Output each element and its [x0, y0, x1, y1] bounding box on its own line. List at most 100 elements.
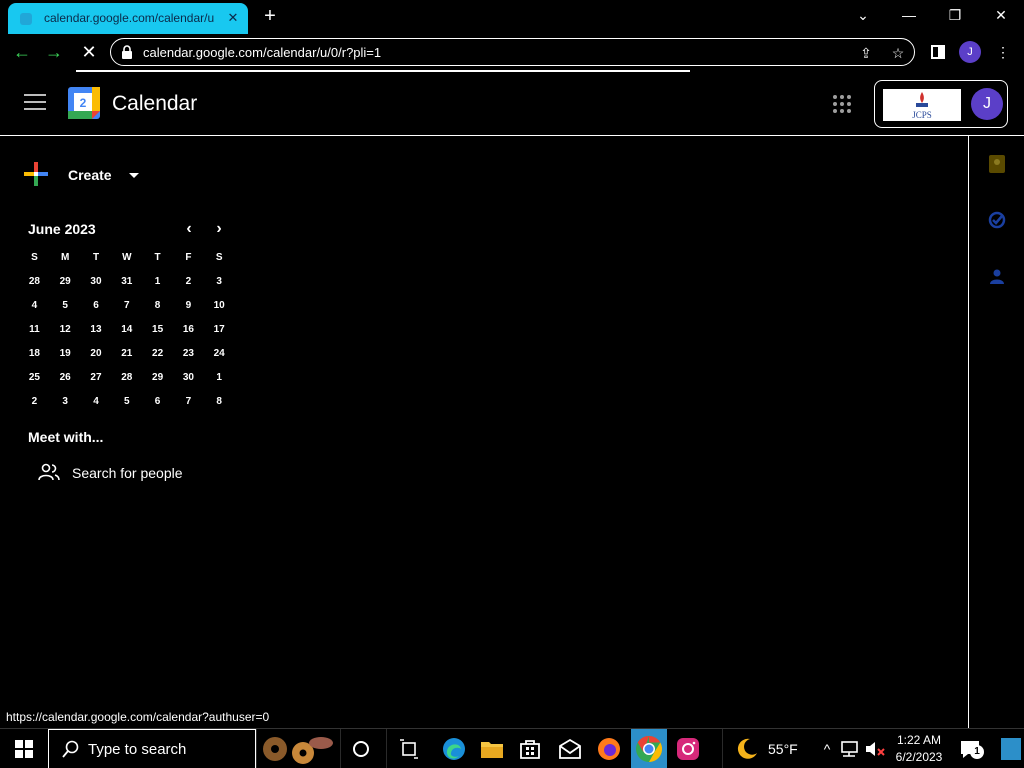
taskbar-search-box[interactable]: Type to search	[48, 729, 256, 768]
network-icon[interactable]	[839, 737, 863, 761]
contacts-icon[interactable]	[987, 266, 1007, 286]
mini-calendar-day[interactable]: 15	[142, 318, 173, 342]
favicon-icon	[20, 13, 32, 25]
file-explorer-icon[interactable]	[480, 737, 504, 761]
bookmark-star-icon[interactable]: ☆	[888, 43, 908, 63]
share-icon[interactable]: ⇪	[856, 43, 876, 63]
mini-calendar-day[interactable]: 1	[204, 366, 235, 390]
stop-loading-button[interactable]: ✕	[77, 40, 101, 64]
google-apps-icon[interactable]	[832, 94, 852, 114]
new-tab-button[interactable]: +	[258, 5, 282, 29]
mini-calendar-day[interactable]: 29	[50, 270, 81, 294]
mini-calendar-day[interactable]: 22	[142, 342, 173, 366]
mini-calendar-day[interactable]: 28	[19, 270, 50, 294]
minimize-button[interactable]: —	[894, 4, 924, 26]
url-text[interactable]: calendar.google.com/calendar/u/0/r?pli=1	[143, 45, 381, 60]
mini-calendar-day[interactable]: 5	[111, 390, 142, 414]
mini-calendar-day[interactable]: 18	[19, 342, 50, 366]
task-view-icon	[400, 739, 418, 759]
mini-calendar-day[interactable]: 19	[50, 342, 81, 366]
edge-icon[interactable]	[442, 737, 466, 761]
task-view-button[interactable]	[386, 729, 430, 768]
mini-calendar-day[interactable]: 28	[111, 366, 142, 390]
microsoft-store-icon[interactable]	[518, 737, 542, 761]
mini-calendar-day[interactable]: 25	[19, 366, 50, 390]
mini-calendar-day[interactable]: 27	[81, 366, 112, 390]
account-avatar[interactable]: J	[971, 88, 1003, 120]
firefox-icon[interactable]	[597, 737, 621, 761]
search-highlight-image[interactable]	[256, 729, 336, 768]
mini-calendar-day[interactable]: 24	[204, 342, 235, 366]
mini-calendar-day[interactable]: 1	[142, 270, 173, 294]
mini-calendar-day[interactable]: 12	[50, 318, 81, 342]
mini-calendar-day[interactable]: 6	[142, 390, 173, 414]
show-desktop-button[interactable]	[1001, 738, 1021, 760]
show-hidden-icons-chevron-icon[interactable]: ^	[815, 737, 839, 761]
mini-calendar-day[interactable]: 10	[204, 294, 235, 318]
weather-widget[interactable]: 55°F	[722, 729, 816, 768]
previous-month-button[interactable]: ‹	[179, 219, 199, 239]
browser-profile-avatar[interactable]: J	[959, 41, 981, 63]
mini-calendar-day[interactable]: 31	[111, 270, 142, 294]
mini-calendar-day[interactable]: 16	[173, 318, 204, 342]
mini-calendar-day[interactable]: 29	[142, 366, 173, 390]
mini-calendar-day[interactable]: 6	[81, 294, 112, 318]
mini-calendar-day[interactable]: 14	[111, 318, 142, 342]
mini-calendar-day[interactable]: 8	[204, 390, 235, 414]
mini-calendar-day[interactable]: 3	[204, 270, 235, 294]
account-switcher[interactable]: JCPS J	[874, 80, 1008, 128]
weekday-label: S	[215, 252, 223, 263]
close-window-button[interactable]: ✕	[986, 4, 1016, 26]
mini-calendar-day[interactable]: 3	[50, 390, 81, 414]
mini-calendar-day[interactable]: 26	[50, 366, 81, 390]
mini-calendar-day[interactable]: 30	[81, 270, 112, 294]
mini-calendar-week-row: 4 5 6 7 8 9 10	[19, 294, 235, 318]
clock-time[interactable]: 1:22 AM	[895, 733, 943, 747]
tab-search-chevron-icon[interactable]: ⌄	[848, 4, 878, 26]
instagram-icon[interactable]	[676, 737, 700, 761]
next-month-button[interactable]: ›	[209, 219, 229, 239]
tasks-icon[interactable]	[987, 210, 1007, 230]
mini-calendar-day[interactable]: 2	[19, 390, 50, 414]
more-menu-icon[interactable]: ⋮	[991, 40, 1015, 64]
mini-calendar-weeks: 28 29 30 31 1 2 3 4 5 6 7 8 9 10 11 12 13 14 15 16 17 18 19 20 2…	[19, 270, 235, 414]
mini-calendar-day[interactable]: 17	[204, 318, 235, 342]
mini-calendar-day[interactable]: 7	[111, 294, 142, 318]
mini-calendar-day[interactable]: 4	[19, 294, 50, 318]
forward-button[interactable]: →	[42, 40, 66, 64]
browser-toolbar: ← → ✕ calendar.google.com/calendar/u/0/r…	[0, 34, 1024, 70]
org-logo: JCPS	[883, 89, 961, 121]
mini-calendar-day[interactable]: 21	[111, 342, 142, 366]
restore-button[interactable]: ❐	[940, 4, 970, 26]
mini-calendar-day[interactable]: 20	[81, 342, 112, 366]
weekday-label: T	[154, 252, 161, 263]
mail-icon[interactable]	[558, 737, 582, 761]
clock-date[interactable]: 6/2/2023	[889, 750, 949, 764]
create-button[interactable]: Create	[20, 158, 150, 192]
mini-calendar-day[interactable]: 4	[81, 390, 112, 414]
close-tab-icon[interactable]: ✕	[224, 9, 242, 27]
start-button[interactable]	[0, 729, 48, 768]
mini-calendar-day[interactable]: 11	[19, 318, 50, 342]
back-button[interactable]: ←	[10, 40, 34, 64]
mini-calendar-day[interactable]: 30	[173, 366, 204, 390]
side-panel-icon[interactable]	[926, 40, 950, 64]
browser-tab-strip: calendar.google.com/calendar/u ✕ + ⌄ — ❐…	[0, 0, 1024, 34]
weekday-label: W	[122, 252, 132, 263]
mini-calendar-day[interactable]: 9	[173, 294, 204, 318]
mini-calendar-day[interactable]: 13	[81, 318, 112, 342]
main-menu-icon[interactable]	[24, 94, 46, 112]
mini-calendar-day[interactable]: 5	[50, 294, 81, 318]
cortana-button[interactable]	[340, 729, 380, 768]
create-dropdown-caret-icon[interactable]	[129, 173, 139, 178]
chrome-taskbar-active[interactable]	[631, 729, 667, 768]
address-bar[interactable]: calendar.google.com/calendar/u/0/r?pli=1…	[110, 38, 915, 66]
mini-calendar-day[interactable]: 8	[142, 294, 173, 318]
search-people-input[interactable]: Search for people	[38, 460, 218, 488]
volume-muted-icon[interactable]	[863, 737, 887, 761]
browser-tab-calendar[interactable]: calendar.google.com/calendar/u ✕	[8, 3, 248, 34]
mini-calendar-day[interactable]: 7	[173, 390, 204, 414]
mini-calendar-day[interactable]: 2	[173, 270, 204, 294]
mini-calendar-day[interactable]: 23	[173, 342, 204, 366]
keep-icon[interactable]	[987, 154, 1007, 174]
